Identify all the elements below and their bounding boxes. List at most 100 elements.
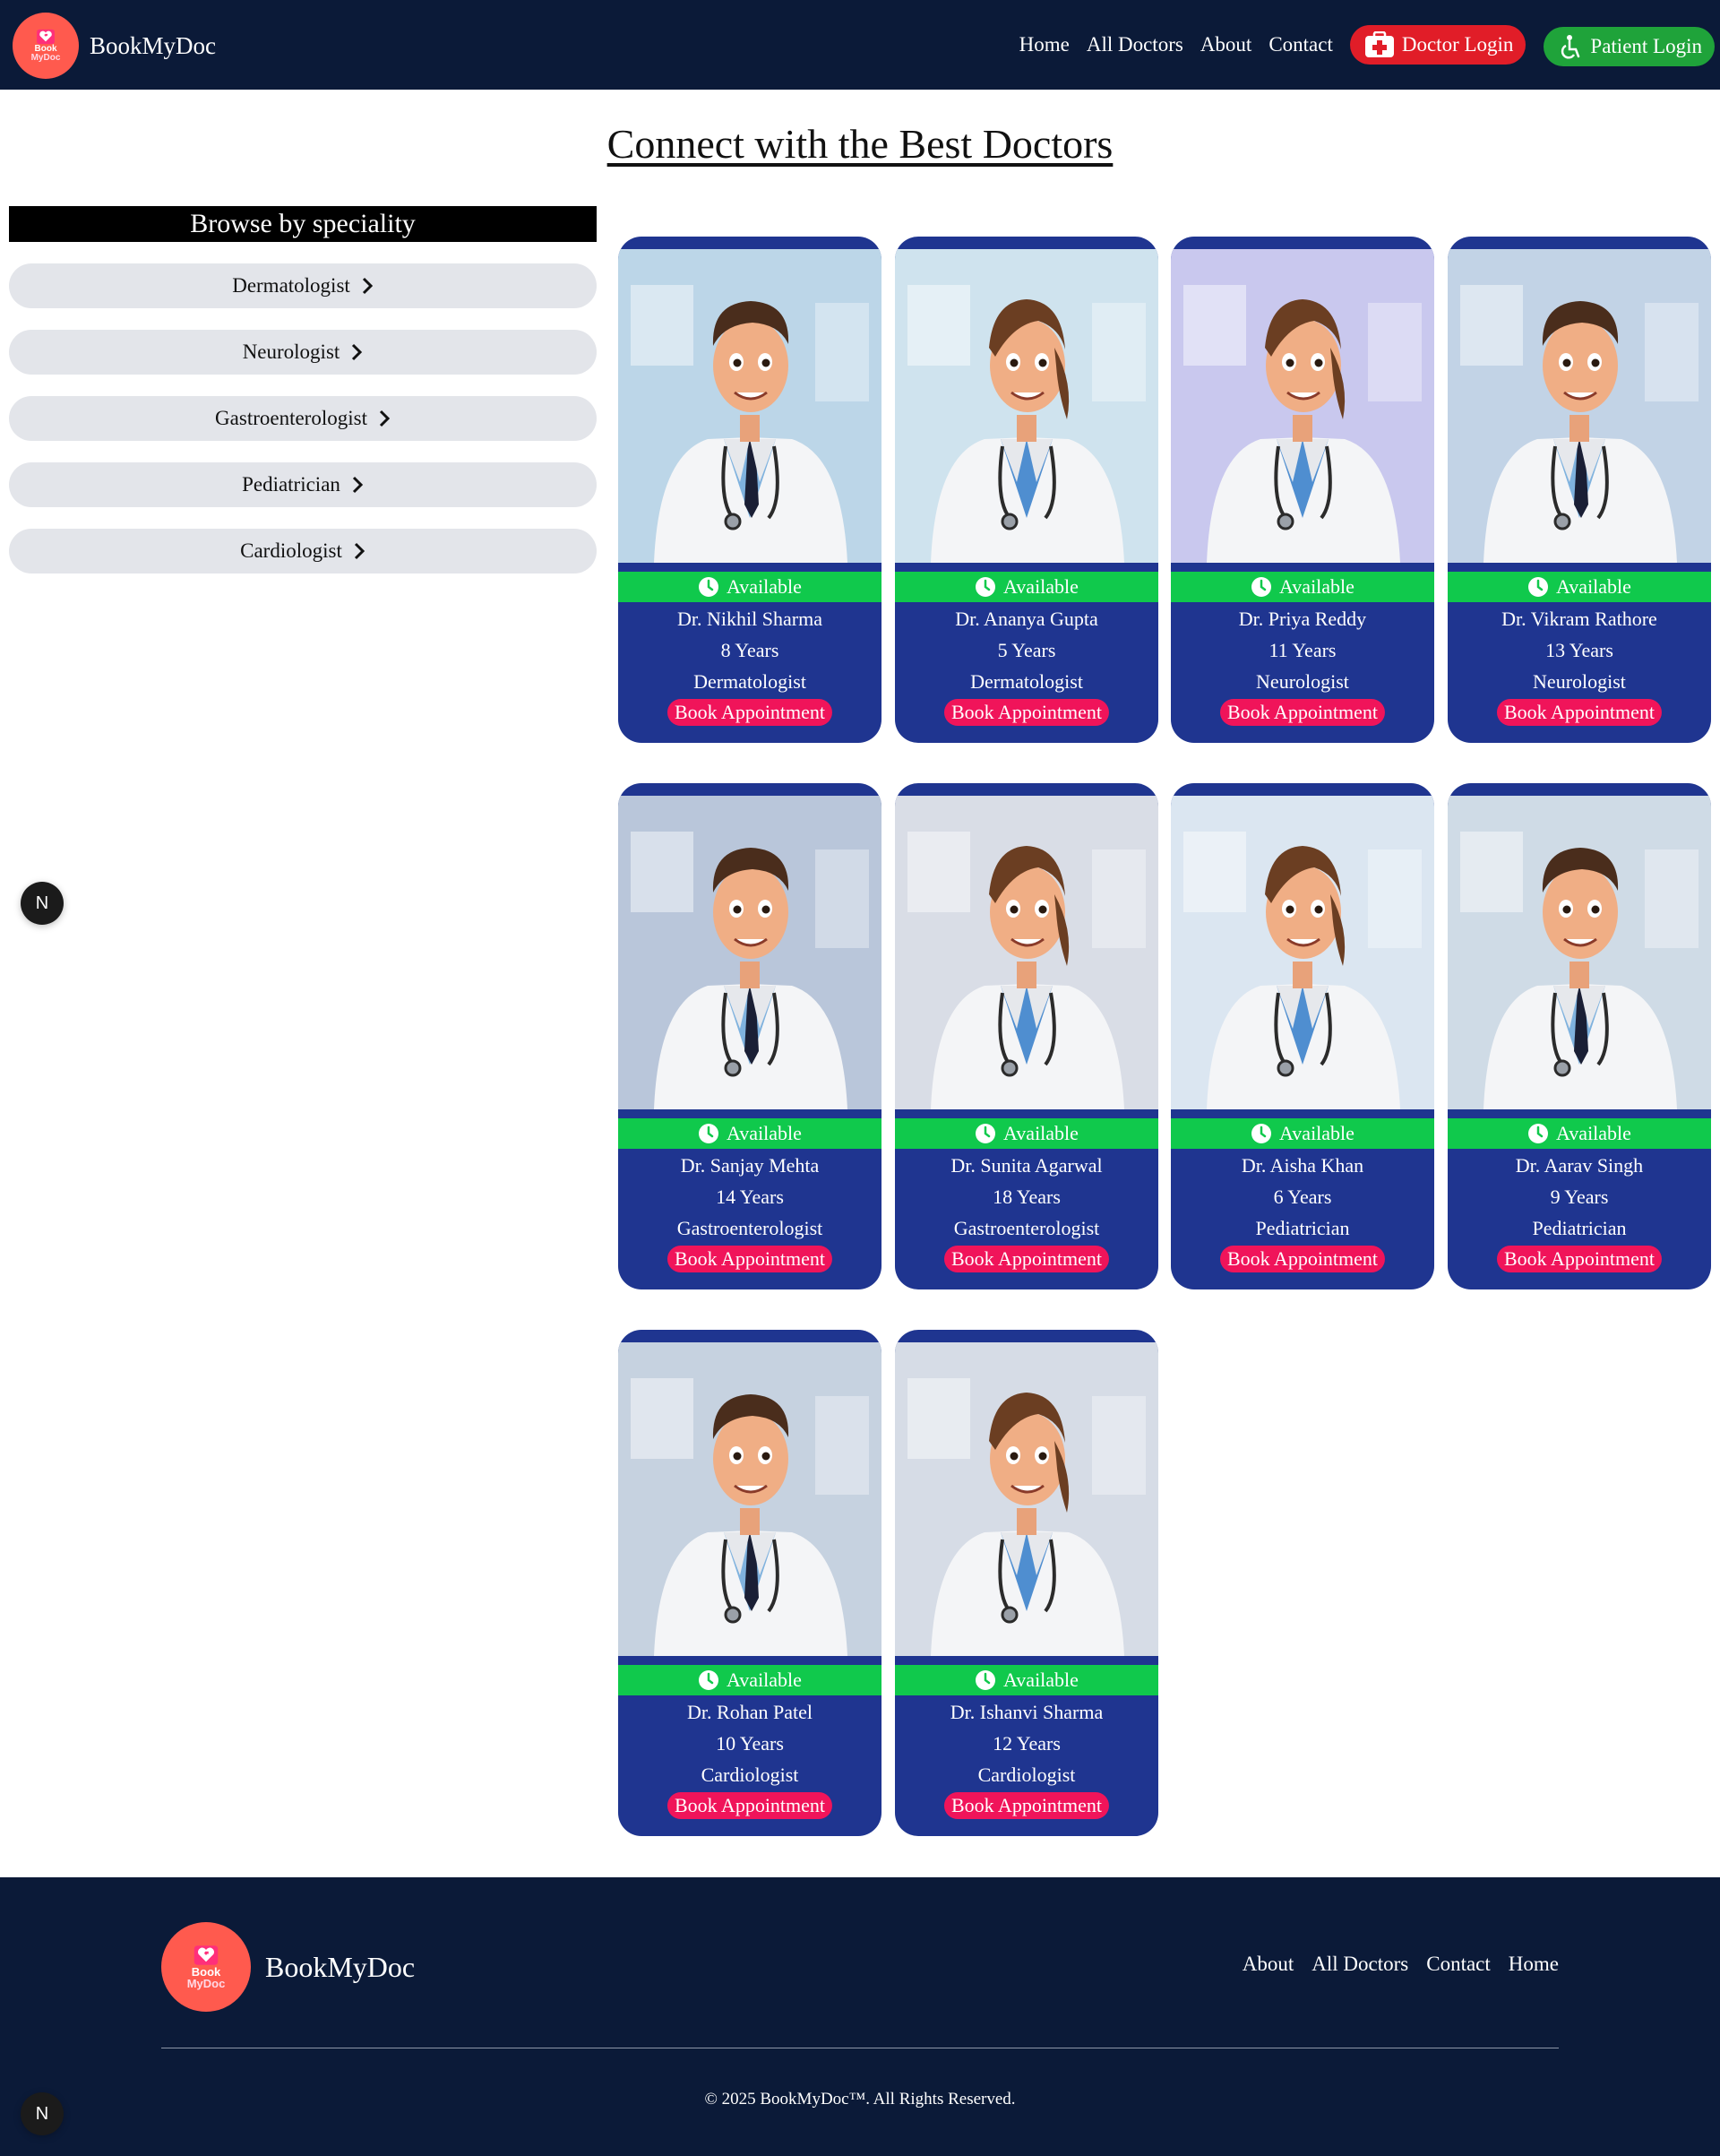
accessibility-icon [1561, 35, 1580, 59]
clock-icon [1528, 577, 1549, 597]
doctor-experience: 10 Years [716, 1732, 784, 1755]
doctor-speciality: Pediatrician [1255, 1217, 1350, 1239]
heart-plus-logo-icon [37, 29, 55, 45]
book-appointment-button[interactable]: Book Appointment [943, 699, 1110, 726]
speciality-label: Gastroenterologist [215, 407, 367, 429]
availability-badge: Available [618, 572, 882, 602]
nav-contact[interactable]: Contact [1268, 33, 1333, 56]
availability-badge: Available [618, 1118, 882, 1149]
doctor-card[interactable]: Available Dr. Rohan Patel 10 Years Cardiolo… [618, 1330, 882, 1836]
doctor-card[interactable]: Available Dr. Sunita Agarwal 18 Years Gastr… [895, 783, 1158, 1289]
footer: Book MyDoc BookMyDoc About All Doctors C… [0, 1877, 1720, 2156]
doctor-illustration-icon [895, 1342, 1158, 1656]
doctor-illustration-icon [895, 249, 1158, 563]
availability-badge: Available [895, 1118, 1158, 1149]
doctor-card[interactable]: Available Dr. Priya Reddy 11 Years Neurolog… [1171, 237, 1434, 743]
doctor-speciality: Dermatologist [970, 670, 1083, 693]
clock-icon [699, 577, 719, 597]
doctor-photo [895, 1342, 1158, 1656]
page-title: Connect with the Best Doctors [606, 121, 1114, 167]
dev-badge[interactable]: N [21, 2092, 64, 2135]
doctor-card[interactable]: Available Dr. Nikhil Sharma 8 Years Dermato… [618, 237, 882, 743]
doctor-photo [618, 1342, 882, 1656]
doctor-speciality: Cardiologist [977, 1764, 1076, 1786]
doctor-name: Dr. Rohan Patel [687, 1701, 813, 1723]
availability-badge: Available [895, 1665, 1158, 1695]
chevron-right-icon [352, 476, 364, 494]
brand[interactable]: Book MyDoc BookMyDoc [13, 13, 216, 79]
logo-text-mydoc: MyDoc [186, 1977, 226, 1990]
doctor-card[interactable]: Available Dr. Ishanvi Sharma 12 Years Cardi… [895, 1330, 1158, 1836]
clock-icon [976, 1670, 996, 1690]
availability-label: Available [1003, 575, 1079, 598]
book-appointment-button[interactable]: Book Appointment [943, 1792, 1110, 1819]
doctor-card[interactable]: Available Dr. Aarav Singh 9 Years Pediatric… [1448, 783, 1711, 1289]
book-appointment-button[interactable]: Book Appointment [666, 1792, 833, 1819]
availability-label: Available [727, 575, 802, 598]
copyright: © 2025 BookMyDoc™. All Rights Reserved. [704, 2090, 1016, 2109]
doctor-card[interactable]: Available Dr. Ananya Gupta 5 Years Dermatol… [895, 237, 1158, 743]
speciality-item-pediatrician[interactable]: Pediatrician [9, 462, 597, 507]
availability-label: Available [1003, 1122, 1079, 1144]
patient-login-label: Patient Login [1590, 35, 1702, 57]
speciality-label: Neurologist [242, 341, 340, 363]
brand-name: BookMyDoc [90, 31, 216, 59]
book-appointment-button[interactable]: Book Appointment [1496, 1246, 1663, 1272]
footer-brand[interactable]: Book MyDoc BookMyDoc [161, 1922, 415, 2012]
nav-all-doctors[interactable]: All Doctors [1087, 33, 1183, 56]
doctor-name: Dr. Ishanvi Sharma [950, 1701, 1104, 1723]
book-appointment-button[interactable]: Book Appointment [666, 1246, 833, 1272]
footer-link-all-doctors[interactable]: All Doctors [1312, 1953, 1408, 1976]
doctor-experience: 5 Years [997, 639, 1056, 661]
doctor-photo [618, 249, 882, 563]
footer-logo-icon: Book MyDoc [161, 1922, 251, 2012]
speciality-item-dermatologist[interactable]: Dermatologist [9, 263, 597, 308]
book-appointment-button[interactable]: Book Appointment [1219, 1246, 1386, 1272]
doctor-card[interactable]: Available Dr. Vikram Rathore 13 Years Neuro… [1448, 237, 1711, 743]
book-appointment-button[interactable]: Book Appointment [666, 699, 833, 726]
nav-about[interactable]: About [1200, 33, 1252, 56]
doctor-experience: 11 Years [1268, 639, 1337, 661]
chevron-right-icon [362, 277, 373, 295]
dev-badge[interactable]: N [21, 882, 64, 925]
footer-link-about[interactable]: About [1243, 1953, 1294, 1976]
logo-text-mydoc: MyDoc [30, 53, 61, 63]
doctor-speciality: Gastroenterologist [676, 1217, 823, 1239]
speciality-item-neurologist[interactable]: Neurologist [9, 330, 597, 375]
availability-badge: Available [1448, 1118, 1711, 1149]
doctor-name: Dr. Priya Reddy [1238, 608, 1367, 630]
speciality-item-gastroenterologist[interactable]: Gastroenterologist [9, 396, 597, 441]
nav-home[interactable]: Home [1019, 33, 1070, 56]
doctor-speciality: Pediatrician [1532, 1217, 1627, 1239]
book-appointment-button[interactable]: Book Appointment [943, 1246, 1110, 1272]
book-appointment-button[interactable]: Book Appointment [1219, 699, 1386, 726]
doctor-experience: 13 Years [1545, 639, 1613, 661]
doctor-photo [1171, 796, 1434, 1109]
footer-link-contact[interactable]: Contact [1426, 1953, 1491, 1976]
nav-links: Home All Doctors About Contact Doctor Lo… [1019, 23, 1720, 66]
heart-plus-logo-icon [194, 1945, 219, 1965]
doctor-name: Dr. Aarav Singh [1515, 1154, 1644, 1177]
book-appointment-button[interactable]: Book Appointment [1496, 699, 1663, 726]
availability-badge: Available [1448, 572, 1711, 602]
doctor-card[interactable]: Available Dr. Sanjay Mehta 14 Years Gastroe… [618, 783, 882, 1289]
speciality-item-cardiologist[interactable]: Cardiologist [9, 529, 597, 573]
doctor-login-button[interactable]: Doctor Login [1349, 25, 1526, 65]
footer-brand-name: BookMyDoc [265, 1950, 416, 1983]
doctor-speciality: Cardiologist [701, 1764, 799, 1786]
doctor-photo [895, 796, 1158, 1109]
availability-badge: Available [1171, 1118, 1434, 1149]
doctor-illustration-icon [1448, 249, 1711, 563]
doctor-name: Dr. Vikram Rathore [1501, 608, 1657, 630]
clock-icon [976, 1124, 996, 1143]
clock-icon [1528, 1124, 1549, 1143]
speciality-label: Pediatrician [242, 473, 340, 496]
doctor-name: Dr. Aisha Khan [1241, 1154, 1364, 1177]
chevron-right-icon [379, 410, 391, 427]
footer-link-home[interactable]: Home [1509, 1953, 1559, 1976]
patient-login-button[interactable]: Patient Login [1544, 27, 1715, 66]
doctor-card[interactable]: Available Dr. Aisha Khan 6 Years Pediatrici… [1171, 783, 1434, 1289]
clock-icon [976, 577, 996, 597]
clock-icon [1251, 577, 1272, 597]
doctor-photo [618, 796, 882, 1109]
